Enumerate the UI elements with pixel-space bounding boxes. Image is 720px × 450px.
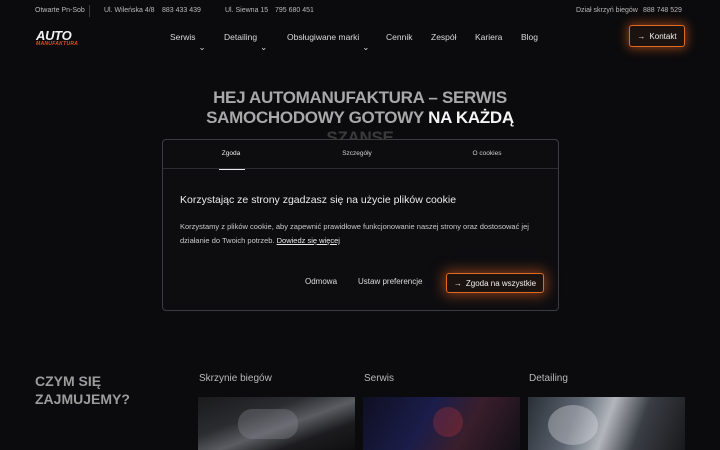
divider [89, 5, 90, 17]
card-title-detailing[interactable]: Detailing [529, 373, 568, 384]
card-title-serwis[interactable]: Serwis [364, 373, 394, 384]
contact-button-label: Kontakt [649, 31, 677, 41]
main-header: AUTO MANUFAKTURA Serwis ⌄ Detailing ⌄ Obsł… [0, 22, 720, 52]
preferences-button[interactable]: Ustaw preferencje [358, 277, 422, 286]
arrow-right-icon: → [637, 31, 646, 41]
address-1[interactable]: Ul. Wileńska 4/8 [104, 7, 155, 14]
tab-o-cookies[interactable]: O cookies [421, 140, 553, 169]
chevron-down-icon: ⌄ [362, 42, 370, 52]
nav-item-marki[interactable]: Obsługiwane marki ⌄ [287, 32, 369, 52]
phone-2[interactable]: 795 680 451 [275, 7, 314, 14]
section-heading: CZYM SIĘ ZAJMUJEMY? [35, 373, 130, 407]
gearbox-dept-label: Dział skrzyń biegów [576, 7, 638, 14]
accept-all-button[interactable]: → Zgoda na wszystkie [446, 273, 544, 293]
nav-item-serwis[interactable]: Serwis ⌄ [170, 32, 206, 52]
gearbox-image[interactable] [198, 397, 355, 450]
arrow-right-icon: → [453, 278, 462, 288]
address-2[interactable]: Ul. Siewna 15 [225, 7, 268, 14]
tab-szczegoly[interactable]: Szczegóły [291, 140, 423, 169]
nav-item-zespol[interactable]: Zespół [431, 32, 457, 42]
decline-button[interactable]: Odmowa [305, 277, 337, 286]
cookie-tabs: Zgoda Szczegóły O cookies [163, 140, 558, 170]
gearbox-dept-phone[interactable]: 888 748 529 [643, 7, 682, 14]
accept-all-label: Zgoda na wszystkie [465, 278, 537, 288]
service-image[interactable] [363, 397, 520, 450]
contact-button[interactable]: → Kontakt [629, 25, 685, 47]
cookie-dialog-title: Korzystając ze strony zgadzasz się na uż… [180, 194, 457, 206]
tab-zgoda[interactable]: Zgoda [165, 140, 297, 170]
chevron-down-icon: ⌄ [260, 42, 268, 52]
cookie-dialog-body: Korzystamy z plików cookie, aby zapewnić… [180, 222, 529, 245]
learn-more-link[interactable]: Dowiedz się więcej [277, 236, 340, 245]
site-logo[interactable]: AUTO MANUFAKTURA [36, 28, 82, 48]
opening-hours: Otwarte Pn-Sob [35, 7, 85, 14]
card-title-gearbox[interactable]: Skrzynie biegów [199, 373, 272, 384]
phone-1[interactable]: 883 433 439 [162, 7, 201, 14]
nav-item-blog[interactable]: Blog [521, 32, 538, 42]
nav-item-kariera[interactable]: Kariera [475, 32, 502, 42]
cookie-consent-dialog: Zgoda Szczegóły O cookies Korzystając ze… [162, 139, 559, 311]
hero-heading-line-2: SAMOCHODOWY GOTOWY NA KAŻDĄ [206, 108, 514, 127]
detailing-image[interactable] [528, 397, 685, 450]
chevron-down-icon: ⌄ [198, 42, 206, 52]
nav-item-detailing[interactable]: Detailing ⌄ [224, 32, 267, 52]
nav-item-cennik[interactable]: Cennik [386, 32, 412, 42]
hero-heading-line-1: HEJ AUTOMANUFAKTURA – SERWIS [213, 88, 507, 107]
top-info-bar: Otwarte Pn-Sob Ul. Wileńska 4/8 883 433 … [0, 0, 720, 22]
logo-text-bottom: MANUFAKTURA [36, 41, 79, 47]
